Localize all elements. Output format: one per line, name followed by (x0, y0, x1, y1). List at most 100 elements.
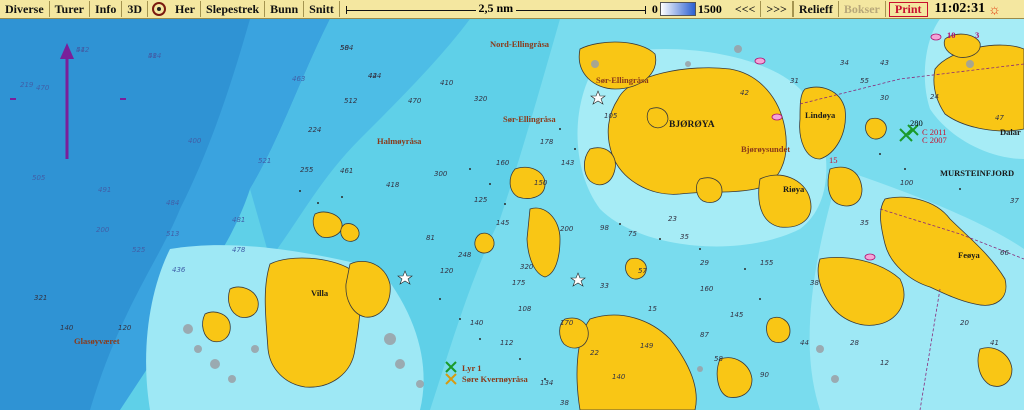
label-dala: Dalar (1000, 127, 1021, 137)
depth-sounding: 505 (32, 174, 46, 182)
depth-sounding: 31 (790, 77, 799, 85)
turer-button[interactable]: Turer (50, 1, 90, 17)
depth-sounding: 58 (714, 355, 723, 363)
slepestrek-button[interactable]: Slepestrek (201, 1, 266, 17)
label-sore-kvernoyrasa: Søre Kvernøyråsa (462, 374, 528, 384)
depth-sounding: 463 (292, 75, 306, 83)
depth-sounding: 35 (680, 233, 689, 241)
depth-sounding: 155 (760, 259, 774, 267)
label-sor-ellingrasa-2: Sør-Ellingråsa (503, 114, 556, 124)
depth-sounding: 120 (118, 324, 132, 332)
bunn-button[interactable]: Bunn (265, 1, 305, 17)
chart-canvas (0, 19, 1024, 410)
depth-sounding: 481 (232, 216, 246, 224)
depth-sounding: 35 (860, 219, 869, 227)
her-button[interactable]: Her (170, 1, 202, 17)
depth-sounding: 24 (930, 93, 939, 101)
compass-icon[interactable] (152, 2, 167, 16)
depth-sounding: 20 (960, 319, 969, 327)
depth-sounding: 43 (880, 59, 889, 67)
back-button[interactable]: <<< (730, 1, 762, 17)
depth-sounding: 140 (470, 319, 484, 327)
depth-sounding: 15 (648, 305, 657, 313)
label-mark10: 10 (947, 30, 956, 40)
scale-label: 2,5 nm (475, 1, 517, 15)
depth-sounding: 521 (258, 157, 272, 165)
depth-sounding: 170 (560, 319, 574, 327)
info-button[interactable]: Info (90, 1, 123, 17)
depth-sounding: 178 (540, 138, 554, 146)
depth-max: 1500 (697, 1, 722, 16)
label-rioya: Riøya (783, 184, 805, 194)
depth-sounding: 22 (590, 349, 599, 357)
depth-legend[interactable]: 0 1500 (652, 2, 722, 17)
bokser-button[interactable]: Bokser (839, 1, 886, 17)
depth-sounding: 140 (60, 324, 74, 332)
depth-sounding: 125 (474, 196, 488, 204)
depth-sounding: 57 (638, 267, 647, 275)
label-lindoya: Lindøya (805, 110, 836, 120)
depth-sounding: 491 (98, 186, 112, 194)
depth-sounding: 200 (96, 226, 110, 234)
depth-sounding: 470 (408, 97, 422, 105)
depth-sounding: 525 (132, 246, 146, 254)
3d-button[interactable]: 3D (122, 1, 149, 17)
depth-sounding: 38 (560, 399, 569, 407)
label-mursteinfjord: MURSTEINFJORD (940, 168, 1015, 178)
label-mark15: 15 (829, 155, 838, 165)
depth-sounding: 320 (474, 95, 488, 103)
print-button[interactable]: Print (888, 1, 928, 17)
snitt-button[interactable]: Snitt (304, 1, 340, 17)
depth-sounding: 30 (880, 94, 889, 102)
depth-sounding: 149 (640, 342, 654, 350)
depth-sounding: 134 (540, 379, 554, 387)
depth-sounding: 160 (496, 159, 510, 167)
depth-sounding: 484 (166, 199, 180, 207)
label-villa: Villa (311, 288, 329, 298)
depth-sounding: 512 (344, 97, 358, 105)
forward-button[interactable]: >>> (761, 1, 793, 17)
depth-sounding: 150 (534, 179, 548, 187)
label-glasoyvaeret: Glasøyværet (74, 336, 120, 346)
depth-sounding: 23 (668, 215, 677, 223)
depth-sounding: 38 (810, 279, 819, 287)
depth-sounding: 34 (840, 59, 849, 67)
depth-sounding: 160 (700, 285, 714, 293)
depth-sounding: 48 (148, 52, 157, 60)
depth-sounding: 461 (340, 167, 354, 175)
depth-sounding: 81 (426, 234, 435, 242)
depth-sounding: 200 (560, 225, 574, 233)
depth-sounding: 436 (172, 266, 186, 274)
scale-bar: 2,5 nm (345, 1, 646, 17)
depth-sounding: 418 (386, 181, 400, 189)
depth-sounding: 44 (76, 46, 85, 54)
nautical-map[interactable]: Nord-Ellingråsa Sør-Ellingråsa Sør-Ellin… (0, 19, 1024, 410)
depth-sounding: 143 (561, 159, 575, 167)
diverse-button[interactable]: Diverse (0, 1, 50, 17)
depth-sounding: 47 (995, 114, 1004, 122)
label-mark280: 280 (910, 118, 923, 128)
relieff-button[interactable]: Relieff (792, 1, 839, 17)
depth-sounding: 175 (512, 279, 526, 287)
depth-sounding: 224 (308, 126, 322, 134)
depth-sounding: 120 (440, 267, 454, 275)
label-c2007: C 2007 (922, 135, 947, 145)
depth-sounding: 42 (368, 72, 377, 80)
depth-sounding: 470 (36, 84, 50, 92)
depth-sounding: 300 (434, 170, 448, 178)
depth-sounding: 42 (740, 89, 749, 97)
depth-sounding: 28 (850, 339, 859, 347)
depth-sounding: 400 (188, 137, 202, 145)
depth-sounding: 100 (900, 179, 914, 187)
depth-sounding: 513 (166, 230, 180, 238)
depth-sounding: 75 (628, 230, 637, 238)
label-bjoroysundet: Bjørøysundet (741, 144, 791, 154)
depth-sounding: 140 (612, 373, 626, 381)
depth-sounding: 55 (860, 77, 869, 85)
label-sor-ellingrasa-1: Sør-Ellingråsa (596, 75, 649, 85)
depth-sounding: 105 (604, 112, 618, 120)
label-bjoroya: BJØRØYA (669, 120, 715, 130)
sun-icon[interactable]: ☼ (988, 1, 1001, 17)
depth-sounding: 219 (20, 81, 34, 89)
marker-right (120, 98, 126, 100)
